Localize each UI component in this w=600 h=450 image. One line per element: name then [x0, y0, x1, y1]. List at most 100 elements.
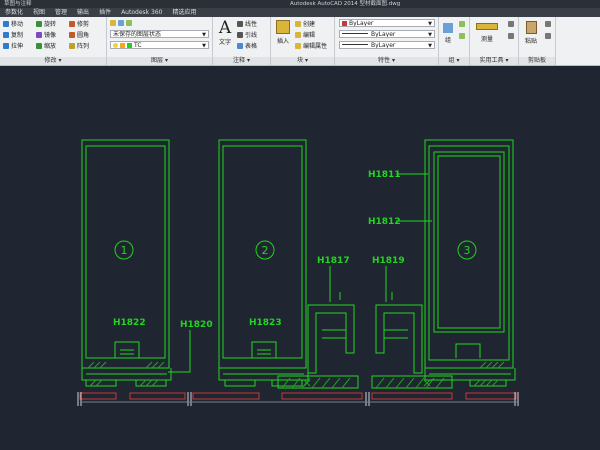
leader-lines [168, 173, 432, 373]
scale-tool[interactable]: 缩放 [36, 42, 56, 51]
block-panel-title[interactable]: 块 ▾ [271, 57, 334, 65]
annotation-panel-title[interactable]: 注释 ▾ [213, 57, 270, 65]
groups-panel-title[interactable]: 组 ▾ [439, 57, 469, 65]
fillet-tool[interactable]: 圆角 [69, 31, 89, 40]
linear-dimension-icon [237, 21, 243, 27]
utilities-panel-title[interactable]: 实用工具 ▾ [470, 57, 518, 65]
insert-block-button[interactable]: 插入 [273, 20, 293, 45]
layers-panel: 未保存的图层状态 ▼ TC ▼ 图层 ▾ [107, 17, 213, 65]
move-tool[interactable]: 移动 [3, 20, 23, 29]
profile-section-2 [218, 139, 309, 387]
section-number-1: 1 [121, 244, 128, 257]
linear-dimension-tool[interactable]: 线性 [237, 20, 257, 29]
drawing-canvas[interactable]: 1 2 3 H1811 H1812 H1817 H1819 H1820 H182… [0, 66, 600, 450]
edit-attributes-icon [295, 43, 301, 49]
measure-button[interactable]: 测量 [472, 23, 502, 43]
ribbon: 移动 旋转 修剪 复制 镜像 圆角 拉伸 缩放 阵列 修改 ▾ 未保存的图层状态… [0, 17, 600, 66]
text-button[interactable]: A 文字 [215, 19, 235, 46]
calculator-icon[interactable] [508, 21, 514, 27]
label-h1817: H1817 [317, 256, 350, 266]
rotate-tool[interactable]: 旋转 [36, 20, 56, 29]
mirror-tool[interactable]: 镜像 [36, 31, 56, 40]
rotate-icon [36, 21, 42, 27]
label-h1822: H1822 [113, 318, 146, 328]
annotation-panel: A 文字 线性 引线 表格 注释 ▾ [213, 17, 271, 65]
chevron-down-icon: ▼ [428, 32, 432, 38]
ungroup-icon[interactable] [459, 21, 465, 27]
paste-button[interactable]: 粘贴 [521, 21, 541, 45]
color-swatch [342, 20, 347, 26]
chevron-down-icon: ▼ [428, 43, 432, 49]
lineweight-dropdown[interactable]: ByLayer ▼ [339, 41, 435, 49]
tab-featured-apps[interactable]: 精选应用 [167, 8, 201, 17]
workspace-switcher[interactable]: 草图与注释 [4, 0, 32, 8]
insert-block-icon [276, 20, 290, 34]
paste-icon [525, 21, 537, 34]
properties-panel-title[interactable]: 特性 ▾ [335, 57, 438, 65]
table-icon [237, 43, 243, 49]
create-block-tool[interactable]: 创建 [295, 20, 315, 29]
linetype-dropdown[interactable]: ByLayer ▼ [339, 30, 435, 38]
tab-output[interactable]: 输出 [72, 8, 94, 17]
array-icon [69, 43, 75, 49]
ruler-icon [476, 23, 498, 30]
lineweight-preview [342, 44, 368, 45]
layers-panel-title[interactable]: 图层 ▾ [107, 57, 212, 65]
tab-manage[interactable]: 管理 [50, 8, 72, 17]
section-number-3: 3 [464, 244, 471, 257]
layer-isolate-icon [126, 20, 132, 26]
scale-icon [36, 43, 42, 49]
section-number-2: 2 [262, 244, 269, 257]
clipboard-panel-title[interactable]: 剪贴板 [519, 57, 555, 65]
group-icon [443, 23, 453, 33]
group-edit-icon[interactable] [459, 33, 465, 39]
layer-properties-icons[interactable] [110, 19, 134, 28]
copy-icon [3, 32, 9, 38]
groups-panel: 组 组 ▾ [439, 17, 470, 65]
tab-view[interactable]: 视图 [28, 8, 50, 17]
array-tool[interactable]: 阵列 [69, 42, 89, 51]
modify-panel: 移动 旋转 修剪 复制 镜像 圆角 拉伸 缩放 阵列 修改 ▾ [0, 17, 107, 65]
cut-icon[interactable] [545, 21, 551, 27]
ribbon-tab-bar: 参数化 视图 管理 输出 插件 Autodesk 360 精选应用 [0, 8, 600, 17]
tab-plugins[interactable]: 插件 [94, 8, 116, 17]
tab-parametric[interactable]: 参数化 [0, 8, 28, 17]
chevron-down-icon: ▼ [202, 32, 206, 38]
edit-block-tool[interactable]: 编辑 [295, 31, 315, 40]
tab-autodesk-360[interactable]: Autodesk 360 [116, 8, 167, 17]
layer-state-dropdown[interactable]: 未保存的图层状态 ▼ [110, 30, 209, 38]
label-h1811: H1811 [368, 170, 401, 180]
profile-section-1 [81, 139, 172, 387]
stretch-tool[interactable]: 拉伸 [3, 42, 23, 51]
block-panel: 插入 创建 编辑 编辑属性 块 ▾ [271, 17, 335, 65]
sun-icon [120, 42, 125, 48]
clipboard-panel: 粘贴 剪贴板 [519, 17, 556, 65]
title-bar: 草图与注释 Autodesk AutoCAD 2014 型材截面图.dwg [0, 0, 600, 8]
edit-block-icon [295, 32, 301, 38]
leader-tool[interactable]: 引线 [237, 31, 257, 40]
label-h1823: H1823 [249, 318, 282, 328]
color-dropdown[interactable]: ByLayer ▼ [339, 19, 435, 27]
edit-attributes-tool[interactable]: 编辑属性 [295, 42, 327, 51]
layer-states-icon [118, 20, 124, 26]
chevron-down-icon: ▼ [428, 21, 432, 27]
utilities-panel: 测量 实用工具 ▾ [470, 17, 519, 65]
layer-properties-icon [110, 20, 116, 26]
group-button[interactable]: 组 [441, 23, 455, 44]
modify-panel-title[interactable]: 修改 ▾ [0, 57, 106, 65]
stretch-icon [3, 43, 9, 49]
copy-clip-icon[interactable] [545, 33, 551, 39]
quick-select-icon[interactable] [508, 33, 514, 39]
label-h1819: H1819 [372, 256, 405, 266]
layer-color-swatch [127, 42, 132, 48]
linetype-preview [342, 33, 368, 34]
dimension-strip [79, 392, 517, 400]
trim-icon [69, 21, 75, 27]
text-icon: A [218, 18, 232, 38]
copy-tool[interactable]: 复制 [3, 31, 23, 40]
label-h1812: H1812 [368, 217, 401, 227]
trim-tool[interactable]: 修剪 [69, 20, 89, 29]
current-layer-dropdown[interactable]: TC ▼ [110, 41, 209, 49]
chevron-down-icon: ▼ [202, 43, 206, 49]
table-tool[interactable]: 表格 [237, 42, 257, 51]
